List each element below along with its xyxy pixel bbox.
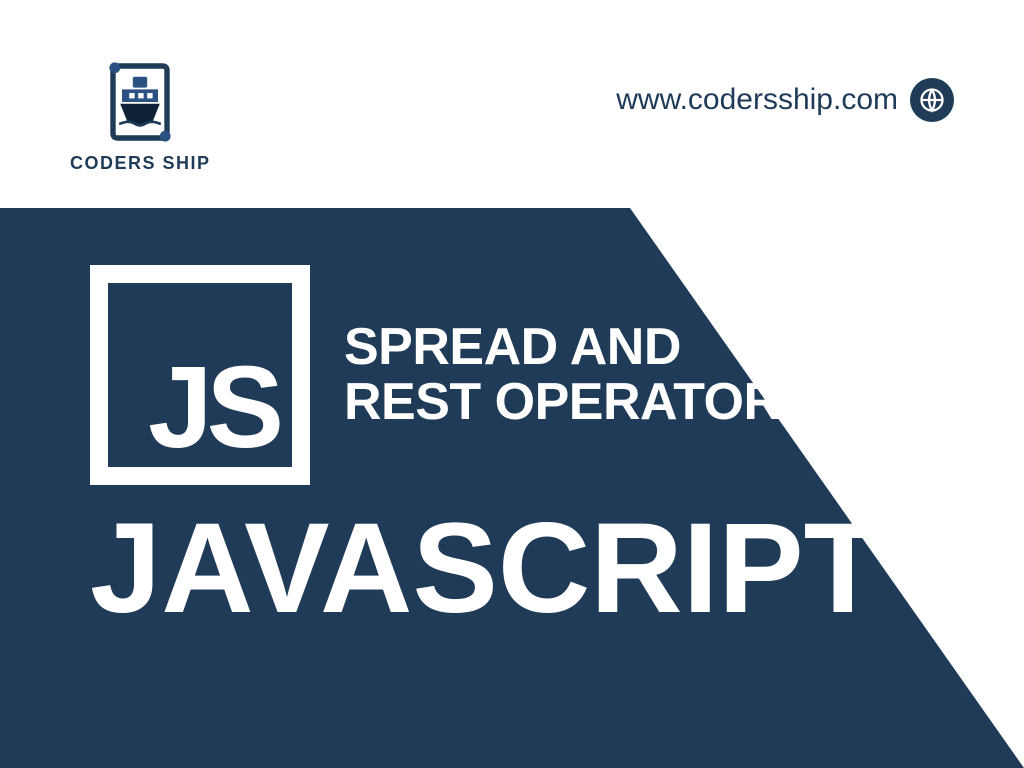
js-badge: JS [90,265,310,485]
hero-content: JS SPREAD AND REST OPERATORS JAVASCRIPT [90,265,882,633]
topic-title: SPREAD AND REST OPERATORS [344,320,815,430]
url-text: www.codersship.com [616,83,898,117]
globe-icon [910,78,954,122]
hero-row: JS SPREAD AND REST OPERATORS [90,265,882,485]
topic-line-1: SPREAD AND [344,320,815,375]
js-badge-text: JS [148,349,278,465]
topic-line-2: REST OPERATORS [344,375,815,430]
ship-logo-icon [95,57,185,147]
website-url[interactable]: www.codersship.com [616,78,954,122]
brand-name: CODERS SHIP [70,153,211,174]
header: CODERS SHIP www.codersship.com [0,0,1024,230]
language-title: JAVASCRIPT [90,505,882,633]
brand-logo: CODERS SHIP [70,57,211,174]
